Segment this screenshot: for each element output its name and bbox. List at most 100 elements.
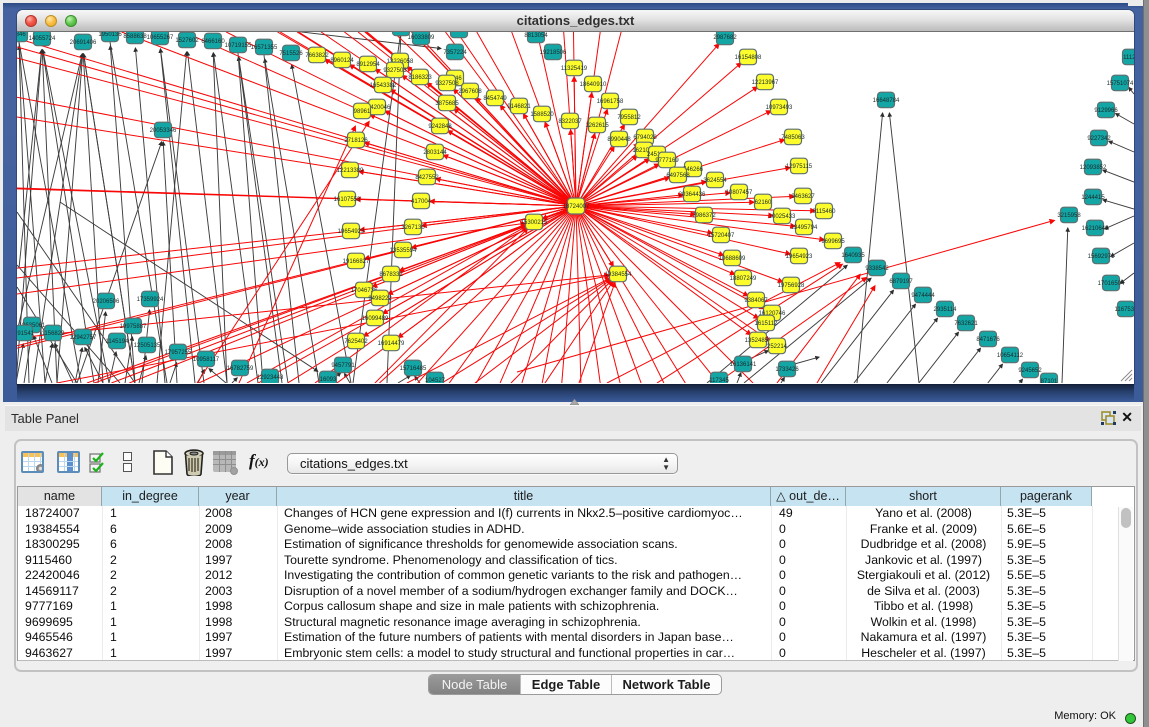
svg-text:16154808: 16154808	[735, 55, 762, 61]
svg-text:8454749: 8454749	[483, 96, 507, 102]
svg-text:7955812: 7955812	[617, 115, 641, 121]
svg-text:9474444: 9474444	[911, 293, 935, 299]
svg-text:8186323: 8186323	[408, 75, 432, 81]
svg-text:16136141: 16136141	[730, 362, 757, 368]
svg-text:8103374: 8103374	[447, 32, 471, 34]
svg-text:10719155: 10719155	[225, 43, 252, 49]
svg-text:19756928: 19756928	[778, 283, 805, 289]
svg-text:14055724: 14055724	[29, 36, 56, 42]
svg-text:9463627: 9463627	[791, 194, 815, 200]
svg-text:11123: 11123	[1123, 55, 1134, 61]
svg-text:8990448: 8990448	[607, 137, 631, 143]
svg-text:20053346: 20053346	[150, 128, 177, 134]
svg-text:16210643: 16210643	[1082, 226, 1109, 232]
svg-text:19384554: 19384554	[605, 272, 632, 278]
svg-text:2935114: 2935114	[934, 307, 958, 313]
svg-text:15300215: 15300215	[521, 220, 548, 226]
svg-text:12942757: 12942757	[70, 335, 97, 341]
svg-text:6466160: 6466160	[201, 39, 225, 45]
svg-text:16914479: 16914479	[378, 341, 405, 347]
svg-text:16107553: 16107553	[334, 197, 361, 203]
svg-text:6794028: 6794028	[633, 135, 657, 141]
svg-text:7515526: 7515526	[279, 51, 303, 57]
svg-text:8427552: 8427552	[415, 175, 439, 181]
svg-text:104527: 104527	[425, 378, 446, 383]
svg-text:3624554: 3624554	[703, 178, 727, 184]
svg-text:17016504: 17016504	[1098, 281, 1125, 287]
svg-text:1640935: 1640935	[841, 253, 865, 259]
svg-text:9115460: 9115460	[813, 209, 837, 215]
svg-text:9338542: 9338542	[865, 266, 889, 272]
svg-text:1846: 1846	[17, 32, 26, 38]
svg-text:15720407: 15720407	[708, 233, 735, 239]
svg-text:2967608: 2967608	[458, 89, 482, 95]
svg-text:2987682: 2987682	[713, 35, 737, 41]
svg-text:62160: 62160	[755, 200, 772, 206]
svg-text:15716485: 15716485	[400, 366, 427, 372]
svg-text:10655267: 10655267	[147, 35, 174, 41]
svg-text:13495794: 13495794	[791, 225, 818, 231]
svg-text:18640910: 18640910	[580, 82, 607, 88]
svg-text:1145194: 1145194	[106, 339, 130, 345]
svg-text:8588638: 8588638	[123, 34, 147, 40]
svg-text:11325419: 11325419	[561, 66, 588, 72]
svg-text:9245652: 9245652	[1018, 368, 1042, 374]
svg-text:1262615: 1262615	[585, 123, 609, 129]
svg-text:9327503: 9327503	[383, 68, 407, 74]
svg-text:15692971: 15692971	[1088, 254, 1115, 260]
svg-text:9457791: 9457791	[331, 363, 355, 369]
svg-text:19218506: 19218506	[540, 50, 567, 56]
svg-text:98961: 98961	[354, 109, 371, 115]
svg-text:9699695: 9699695	[821, 239, 845, 245]
svg-text:12213389: 12213389	[337, 168, 364, 174]
svg-text:19975887: 19975887	[120, 324, 147, 330]
svg-text:16648784: 16648784	[873, 98, 900, 104]
svg-text:16543382: 16543382	[370, 83, 397, 89]
svg-text:16571355: 16571355	[251, 45, 278, 51]
svg-text:7357224: 7357224	[443, 50, 467, 56]
svg-text:417004: 417004	[411, 199, 432, 205]
svg-text:1733426: 1733426	[775, 367, 799, 373]
svg-text:8322037: 8322037	[558, 119, 582, 125]
svg-text:1588520: 1588520	[530, 112, 554, 118]
svg-text:9498222: 9498222	[368, 296, 392, 302]
svg-text:3875685: 3875685	[435, 101, 459, 107]
svg-text:3267130: 3267130	[401, 225, 425, 231]
svg-text:6879197: 6879197	[889, 279, 913, 285]
svg-text:9384067: 9384067	[744, 298, 768, 304]
svg-text:7632621: 7632621	[954, 321, 978, 327]
svg-text:19654923: 19654923	[786, 254, 813, 260]
svg-text:9129966: 9129966	[1094, 108, 1118, 114]
svg-text:391541: 391541	[17, 331, 35, 337]
svg-text:10654112: 10654112	[997, 353, 1024, 359]
svg-text:16961758: 16961758	[597, 99, 624, 105]
svg-text:3215958: 3215958	[1057, 213, 1081, 219]
svg-text:8678332: 8678332	[379, 272, 403, 278]
svg-text:1527602: 1527602	[175, 38, 199, 44]
svg-text:8912954: 8912954	[356, 62, 380, 68]
svg-text:20206506: 20206506	[93, 299, 120, 305]
svg-text:10688609: 10688609	[719, 256, 746, 262]
svg-text:1615112: 1615112	[755, 321, 779, 327]
svg-text:12093852: 12093852	[1080, 165, 1107, 171]
svg-text:117345: 117345	[709, 378, 729, 383]
svg-text:9242848: 9242848	[428, 124, 452, 130]
svg-text:1244415: 1244415	[1081, 195, 1105, 201]
svg-text:16093: 16093	[320, 377, 337, 383]
svg-text:18724007: 18724007	[563, 204, 590, 210]
svg-text:7485063: 7485063	[781, 135, 805, 141]
svg-text:9146821: 9146821	[507, 104, 531, 110]
svg-text:17957255: 17957255	[165, 350, 192, 356]
svg-text:19654923: 19654923	[338, 229, 365, 235]
svg-text:8960124: 8960124	[330, 58, 354, 64]
svg-text:12923448: 12923448	[257, 375, 284, 381]
svg-text:2803144: 2803144	[423, 150, 447, 156]
svg-text:6497568: 6497568	[666, 173, 690, 179]
svg-text:15751074: 15751074	[1107, 81, 1134, 87]
svg-text:20364436: 20364436	[679, 192, 706, 198]
svg-text:87101: 87101	[1041, 379, 1058, 383]
svg-text:1950136: 1950136	[98, 32, 122, 38]
svg-text:7663822: 7663822	[305, 53, 329, 59]
svg-text:12213967: 12213967	[752, 80, 779, 86]
svg-text:18807249: 18807249	[730, 276, 757, 282]
